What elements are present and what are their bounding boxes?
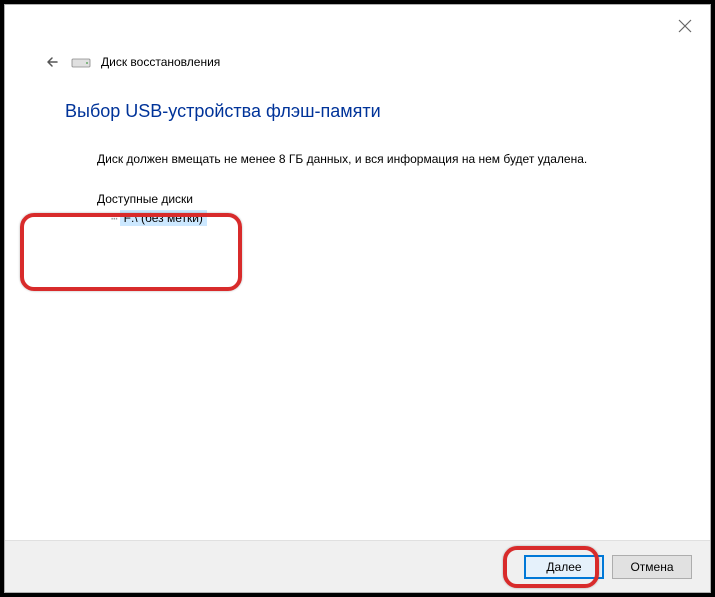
header-title: Диск восстановления [101,55,220,69]
footer-bar: Далее Отмена [5,540,710,592]
available-drives-section: Доступные диски ⋯ F:\ (без метки) [97,192,650,226]
tree-connector-icon: ⋯ [111,212,118,225]
drive-icon [71,55,91,69]
back-arrow-icon[interactable] [45,54,61,70]
header-row: Диск восстановления [5,47,710,77]
drives-label: Доступные диски [97,192,650,206]
next-button[interactable]: Далее [524,555,604,579]
content-area: Выбор USB-устройства флэш-памяти Диск до… [5,77,710,540]
recovery-drive-dialog: Диск восстановления Выбор USB-устройства… [4,4,711,593]
drive-item[interactable]: ⋯ F:\ (без метки) [111,210,650,226]
page-title: Выбор USB-устройства флэш-памяти [65,101,650,122]
titlebar [5,5,710,47]
cancel-button[interactable]: Отмена [612,555,692,579]
description-text: Диск должен вмещать не менее 8 ГБ данных… [97,152,650,166]
close-icon[interactable] [678,19,692,33]
drive-name: F:\ (без метки) [120,210,207,226]
